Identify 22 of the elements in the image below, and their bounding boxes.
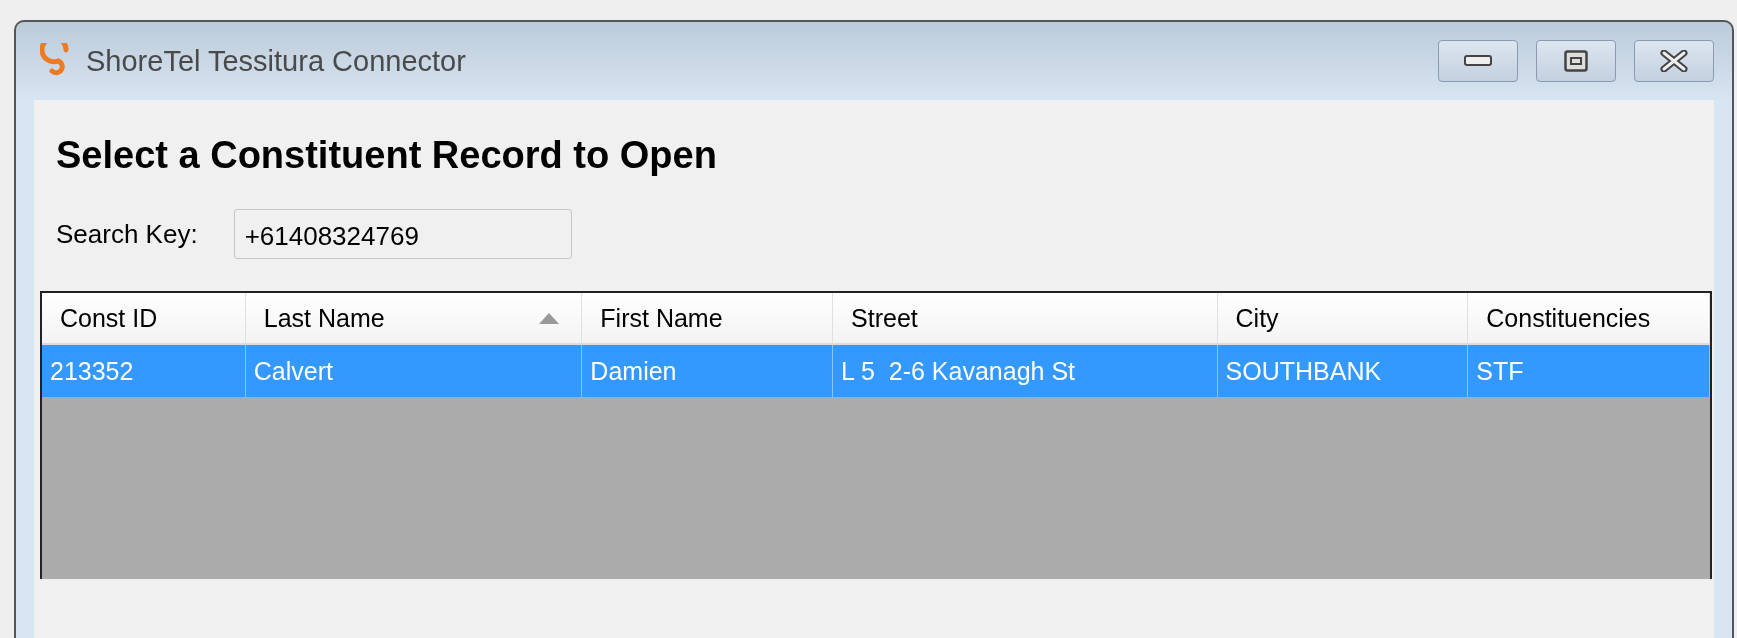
table-cell: STF xyxy=(1468,345,1710,397)
search-key-label: Search Key: xyxy=(56,218,198,250)
minimize-icon xyxy=(1464,55,1492,67)
restore-icon xyxy=(1564,50,1588,72)
column-header[interactable]: Constituencies xyxy=(1468,293,1710,343)
table-cell: SOUTHBANK xyxy=(1217,345,1469,397)
close-icon xyxy=(1660,50,1688,72)
close-button[interactable] xyxy=(1634,40,1714,82)
restore-button[interactable] xyxy=(1536,40,1616,82)
window-title: ShoreTel Tessitura Connector xyxy=(86,44,467,78)
column-header[interactable]: Street xyxy=(833,293,1218,343)
dialog-heading: Select a Constituent Record to Open xyxy=(56,134,718,177)
column-header[interactable]: First Name xyxy=(582,293,834,343)
table-cell: L 5 2-6 Kavanagh St xyxy=(833,345,1218,397)
column-header[interactable]: Last Name xyxy=(245,293,583,343)
table-cell: 213352 xyxy=(42,345,246,397)
column-header[interactable]: City xyxy=(1217,293,1469,343)
minimize-button[interactable] xyxy=(1438,40,1518,82)
column-header[interactable]: Const ID xyxy=(42,293,246,343)
search-key-field[interactable]: +61408324769 xyxy=(233,209,572,259)
table-cell: Calvert xyxy=(245,345,583,397)
table-cell: Damien xyxy=(582,345,834,397)
